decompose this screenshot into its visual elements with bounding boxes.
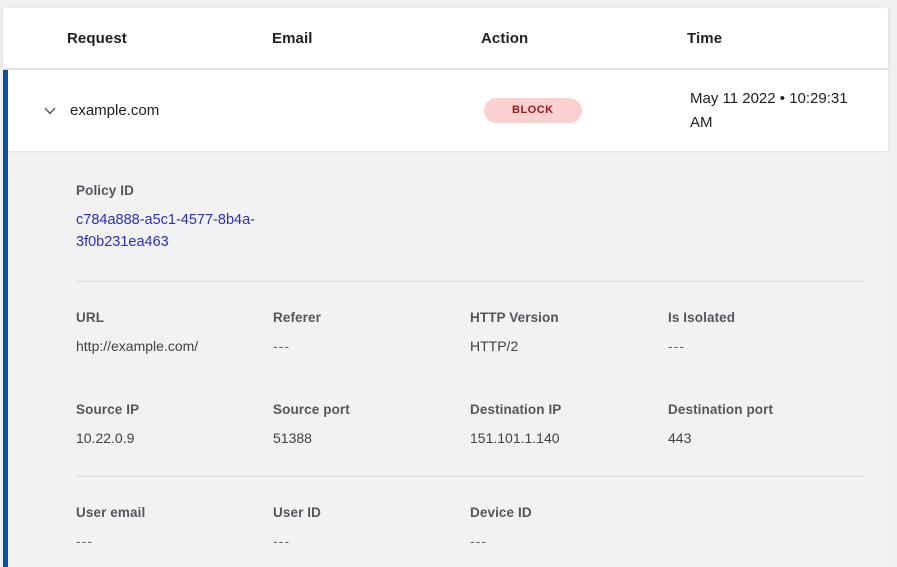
field-value: 151.101.1.140 <box>470 428 668 448</box>
policy-id-link[interactable]: c784a888-a5c1-4577-8b4a-3f0b231ea463 <box>76 212 255 250</box>
table-header-row: Request Email Action Time <box>3 8 888 68</box>
field-label: URL <box>76 310 273 325</box>
field-destination-ip: Destination IP 151.101.1.140 <box>470 402 668 448</box>
user-details-grid: User email --- User ID --- Device ID --- <box>76 477 866 551</box>
field-user-email: User email --- <box>76 505 273 551</box>
field-value: 443 <box>668 428 866 448</box>
field-label: Device ID <box>470 505 668 520</box>
field-policy-id: Policy ID c784a888-a5c1-4577-8b4a-3f0b23… <box>76 183 273 253</box>
field-value: http://example.com/ <box>76 336 273 356</box>
field-label: Destination port <box>668 402 866 417</box>
request-details-grid: URL http://example.com/ Referer --- HTTP… <box>76 282 866 448</box>
field-referer: Referer --- <box>273 310 470 356</box>
field-label: Referer <box>273 310 470 325</box>
field-source-ip: Source IP 10.22.0.9 <box>76 402 273 448</box>
row-detail-panel: Policy ID c784a888-a5c1-4577-8b4a-3f0b23… <box>3 151 888 567</box>
chevron-down-icon[interactable] <box>42 103 58 119</box>
row-time-cell: May 11 2022 • 10:29:31 AM <box>690 87 872 135</box>
field-label: Source IP <box>76 402 273 417</box>
field-http-version: HTTP Version HTTP/2 <box>470 310 668 356</box>
field-destination-port: Destination port 443 <box>668 402 866 448</box>
field-label: HTTP Version <box>470 310 668 325</box>
field-label: Destination IP <box>470 402 668 417</box>
column-header-time: Time <box>687 30 888 47</box>
status-badge-block: BLOCK <box>484 98 582 123</box>
field-device-id: Device ID --- <box>470 505 668 551</box>
field-label: Source port <box>273 402 470 417</box>
field-label: Policy ID <box>76 183 273 198</box>
field-source-port: Source port 51388 <box>273 402 470 448</box>
field-is-isolated: Is Isolated --- <box>668 310 866 356</box>
field-label: User email <box>76 505 273 520</box>
field-value: c784a888-a5c1-4577-8b4a-3f0b231ea463 <box>76 209 273 253</box>
table-row[interactable]: example.com BLOCK May 11 2022 • 10:29:31… <box>3 70 888 151</box>
row-request-cell: example.com <box>70 102 275 119</box>
row-action-cell: BLOCK <box>484 98 690 123</box>
field-value: --- <box>668 336 866 356</box>
grid-spacer <box>668 505 866 551</box>
field-value: HTTP/2 <box>470 336 668 356</box>
field-value: 51388 <box>273 428 470 448</box>
column-header-action: Action <box>481 30 687 47</box>
field-value: 10.22.0.9 <box>76 428 273 448</box>
log-detail-page: Request Email Action Time example.com BL… <box>0 0 897 567</box>
field-label: Is Isolated <box>668 310 866 325</box>
field-value: --- <box>76 531 273 551</box>
field-value: --- <box>470 531 668 551</box>
field-user-id: User ID --- <box>273 505 470 551</box>
field-value: --- <box>273 531 470 551</box>
field-url: URL http://example.com/ <box>76 310 273 356</box>
field-value: --- <box>273 336 470 356</box>
column-header-email: Email <box>272 30 481 47</box>
column-header-request: Request <box>67 30 272 47</box>
field-label: User ID <box>273 505 470 520</box>
